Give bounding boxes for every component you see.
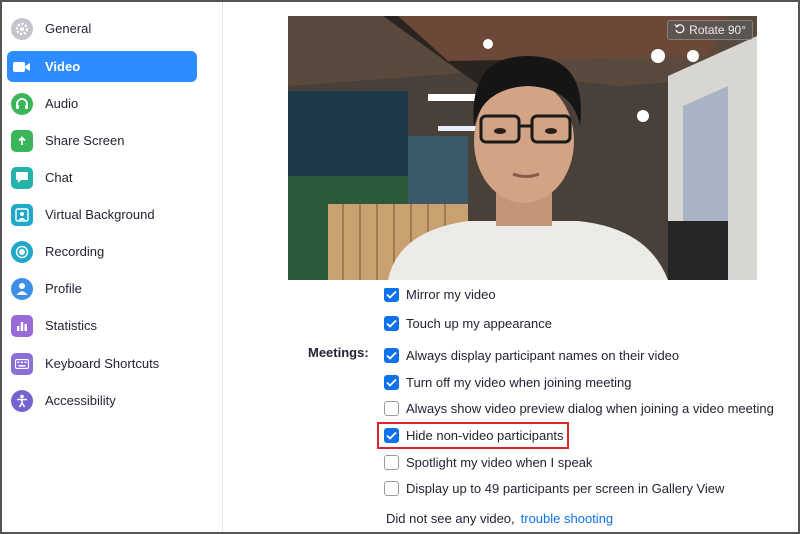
sidebar-item-chat[interactable]: Chat — [7, 162, 197, 193]
gear-icon — [11, 17, 33, 40]
troubleshoot-text: Did not see any video, — [386, 511, 515, 526]
rotate-icon — [674, 23, 685, 37]
option-hide-non-video-participants[interactable]: Hide non-video participants — [384, 424, 564, 446]
sidebar-item-label: Recording — [45, 244, 105, 259]
sidebar-item-label: Keyboard Shortcuts — [45, 356, 160, 371]
camera-preview: Rotate 90° — [288, 16, 757, 280]
trouble-shooting-link[interactable]: trouble shooting — [521, 511, 614, 526]
headphones-icon — [11, 92, 33, 115]
camera-feed-image — [288, 16, 757, 280]
option-label: Touch up my appearance — [406, 315, 552, 331]
option-touch-up-appearance[interactable]: Touch up my appearance — [384, 312, 552, 334]
sidebar-item-general[interactable]: General — [7, 13, 197, 44]
chat-bubble-icon — [11, 166, 33, 189]
option-label: Turn off my video when joining meeting — [406, 374, 632, 390]
option-spotlight-my-video[interactable]: Spotlight my video when I speak — [384, 451, 592, 473]
checkbox-checked[interactable] — [384, 374, 399, 390]
option-gallery-view-49[interactable]: Display up to 49 participants per screen… — [384, 477, 724, 499]
settings-sidebar: General Video Audio Share Screen Chat Vi… — [0, 0, 223, 534]
sidebar-item-label: Virtual Background — [45, 207, 155, 222]
person-background-icon — [11, 203, 33, 226]
sidebar-item-recording[interactable]: Recording — [7, 236, 197, 267]
option-mirror-video[interactable]: Mirror my video — [384, 288, 496, 302]
accessibility-icon — [11, 389, 33, 412]
option-label: Always display participant names on thei… — [406, 347, 680, 363]
sidebar-item-profile[interactable]: Profile — [7, 273, 197, 304]
sidebar-item-video[interactable]: Video — [7, 51, 197, 82]
option-show-video-preview-dialog[interactable]: Always show video preview dialog when jo… — [384, 397, 774, 419]
sidebar-item-label: Accessibility — [45, 393, 116, 408]
option-label: Display up to 49 participants per screen… — [406, 480, 725, 496]
video-camera-icon — [11, 56, 33, 78]
sidebar-item-label: Audio — [45, 96, 79, 111]
sidebar-item-label: Statistics — [45, 318, 98, 333]
sidebar-item-label: Chat — [45, 170, 73, 185]
sidebar-item-label: Profile — [45, 281, 82, 296]
sidebar-item-accessibility[interactable]: Accessibility — [7, 385, 197, 416]
sidebar-item-statistics[interactable]: Statistics — [7, 310, 197, 341]
option-turn-off-video-on-join[interactable]: Turn off my video when joining meeting — [384, 371, 631, 393]
sidebar-item-label: Video — [45, 59, 81, 74]
meetings-section-label: Meetings: — [308, 345, 369, 360]
rotate-button[interactable]: Rotate 90° — [667, 20, 753, 40]
checkbox-checked[interactable] — [384, 315, 399, 331]
checkbox-checked[interactable] — [384, 427, 399, 443]
sidebar-item-label: General — [45, 21, 92, 36]
checkbox-unchecked[interactable] — [384, 480, 399, 496]
sidebar-item-virtual-background[interactable]: Virtual Background — [7, 199, 197, 230]
option-display-participant-names[interactable]: Always display participant names on thei… — [384, 344, 679, 366]
checkbox-unchecked[interactable] — [384, 454, 399, 470]
video-settings-panel: Rotate 90° Mirror my video Touch up my a… — [224, 0, 800, 534]
option-label: Mirror my video — [406, 288, 496, 302]
option-label: Hide non-video participants — [406, 427, 564, 443]
checkbox-checked[interactable] — [384, 288, 399, 302]
keyboard-icon — [11, 352, 33, 375]
share-screen-icon — [11, 129, 33, 152]
checkbox-checked[interactable] — [384, 347, 399, 363]
record-icon — [11, 240, 33, 263]
bar-chart-icon — [11, 314, 33, 337]
troubleshoot-line: Did not see any video, trouble shooting — [386, 511, 613, 526]
sidebar-item-keyboard-shortcuts[interactable]: Keyboard Shortcuts — [7, 348, 197, 379]
user-icon — [11, 277, 33, 300]
option-label: Always show video preview dialog when jo… — [406, 400, 774, 416]
option-label: Spotlight my video when I speak — [406, 454, 593, 470]
checkbox-unchecked[interactable] — [384, 400, 399, 416]
sidebar-item-label: Share Screen — [45, 133, 125, 148]
sidebar-item-audio[interactable]: Audio — [7, 88, 197, 119]
rotate-label: Rotate 90° — [689, 23, 746, 37]
sidebar-item-share-screen[interactable]: Share Screen — [7, 125, 197, 156]
